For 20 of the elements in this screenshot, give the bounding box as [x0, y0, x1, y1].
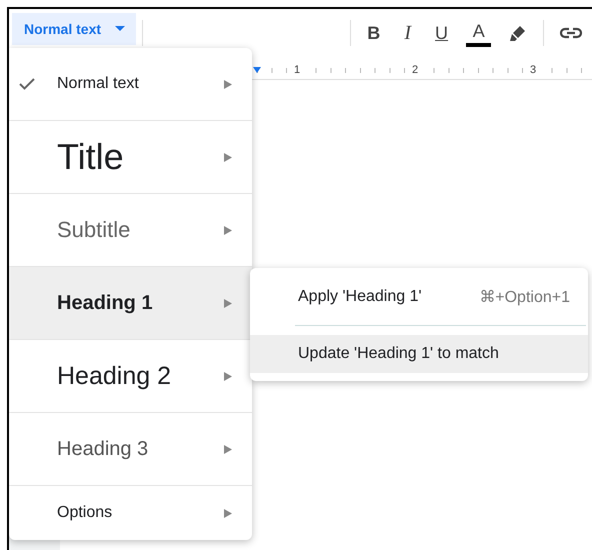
bold-button[interactable]: B	[358, 18, 389, 48]
ruler-number: 1	[292, 64, 302, 76]
submenu-item[interactable]: Apply 'Heading 1' ⌘+Option+1	[250, 278, 588, 316]
submenu-item[interactable]: Update 'Heading 1' to match	[250, 335, 588, 373]
menu-item-label: Apply 'Heading 1'	[298, 288, 422, 306]
italic-button[interactable]: I	[392, 18, 423, 48]
style-menu-item[interactable]: Normal text	[9, 48, 252, 120]
keyboard-shortcut: ⌘+Option+1	[479, 288, 570, 307]
underline-button[interactable]: U	[426, 18, 456, 48]
style-menu-item[interactable]: Heading 1	[9, 267, 252, 339]
style-menu-item[interactable]: Options	[9, 486, 252, 540]
style-menu-item[interactable]: Heading 2	[9, 340, 252, 412]
menu-item-label: Update 'Heading 1' to match	[298, 345, 499, 363]
ruler-number: 3	[528, 64, 538, 76]
style-menu-item[interactable]: Subtitle	[9, 194, 252, 266]
ruler-number: 2	[410, 64, 420, 76]
text-color-button[interactable]: A	[466, 19, 492, 47]
style-menu-item[interactable]: Heading 3	[9, 413, 252, 485]
style-menu-item[interactable]: Title	[9, 121, 252, 193]
style-dropdown[interactable]: Normal text	[12, 13, 136, 45]
